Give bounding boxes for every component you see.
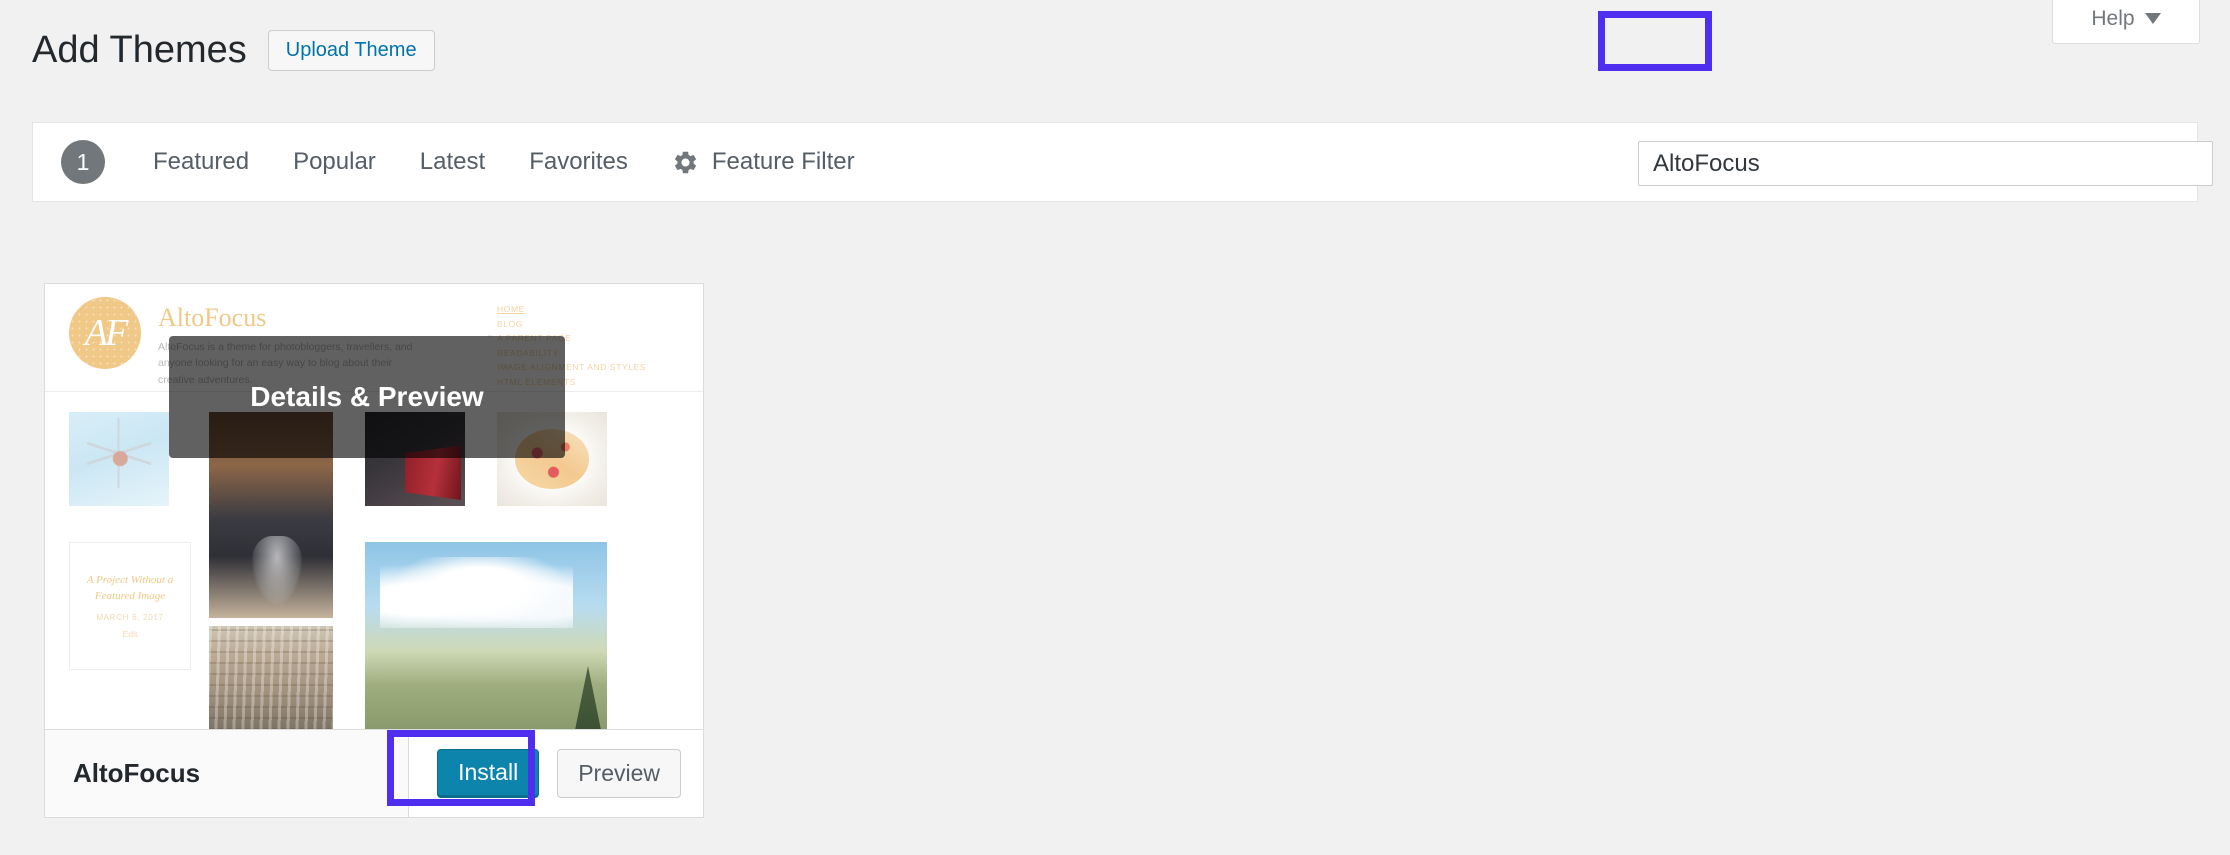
help-button[interactable]: Help — [2052, 0, 2200, 44]
theme-brand-name: AltoFocus — [158, 303, 267, 332]
theme-logo-icon: AF — [69, 297, 141, 369]
theme-screenshot: AF AltoFocus AltoFocus is a theme for ph… — [45, 284, 703, 730]
theme-text-post-title: A Project Without a Featured Image — [86, 573, 174, 602]
annotation-box-search — [1598, 11, 1712, 71]
details-and-preview-overlay[interactable]: Details & Preview — [169, 336, 565, 458]
upload-theme-button[interactable]: Upload Theme — [267, 30, 435, 72]
theme-count-badge: 1 — [61, 140, 105, 184]
theme-nav-item-blog: BLOG — [497, 318, 524, 329]
details-and-preview-label: Details & Preview — [250, 381, 484, 412]
theme-card-name: AltoFocus — [73, 758, 201, 788]
search-input[interactable] — [1638, 141, 2213, 186]
theme-filter-tabs: Featured Popular Latest Favorites Featur… — [153, 148, 855, 176]
page-heading-row: Add Themes Upload Theme — [32, 28, 435, 74]
theme-thumb-city — [209, 626, 333, 730]
theme-text-post-card: A Project Without a Featured Image MARCH… — [69, 542, 191, 670]
feature-filter-button[interactable]: Feature Filter — [672, 148, 855, 176]
theme-card-actions: Install Preview — [408, 730, 703, 817]
gear-icon — [674, 151, 696, 173]
preview-button[interactable]: Preview — [557, 749, 681, 798]
theme-card-altofocus[interactable]: AF AltoFocus AltoFocus is a theme for ph… — [44, 283, 704, 818]
theme-search-wrap — [1638, 141, 2213, 186]
theme-thumb-landscape — [365, 542, 607, 730]
tab-favorites[interactable]: Favorites — [529, 148, 628, 176]
help-label: Help — [2091, 6, 2135, 30]
theme-filter-navbar: 1 Featured Popular Latest Favorites Feat… — [32, 122, 2213, 202]
feature-filter-label: Feature Filter — [711, 148, 855, 175]
chevron-down-icon — [2144, 13, 2161, 24]
tab-latest[interactable]: Latest — [420, 148, 485, 176]
page-title: Add Themes — [32, 29, 247, 71]
theme-logo-monogram: AF — [84, 312, 128, 354]
theme-card-footer: AltoFocus Install Preview — [45, 729, 703, 817]
install-button[interactable]: Install — [437, 749, 540, 798]
tab-featured[interactable]: Featured — [153, 148, 249, 176]
theme-nav-item-home: HOME — [497, 304, 525, 314]
tab-popular[interactable]: Popular — [293, 148, 376, 176]
theme-text-post-date: MARCH 6, 2017 — [96, 613, 164, 623]
theme-text-post-edit: Edit — [122, 629, 138, 640]
theme-thumb-sky — [69, 412, 169, 506]
